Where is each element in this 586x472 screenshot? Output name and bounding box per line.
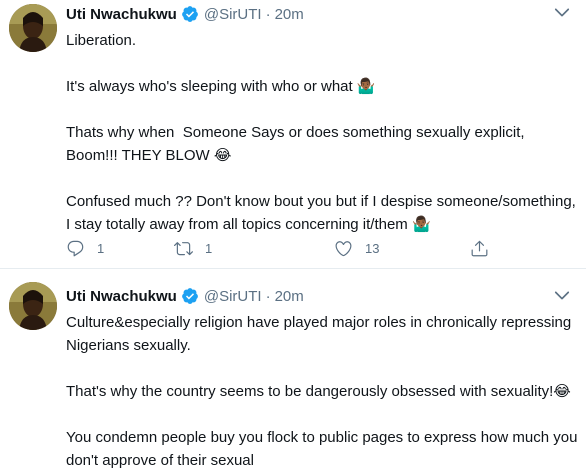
- like-button[interactable]: 13: [334, 236, 379, 260]
- heart-icon: [335, 240, 352, 256]
- timestamp[interactable]: 20m: [275, 6, 304, 23]
- avatar[interactable]: [9, 4, 57, 52]
- tweet-paragraph: Thats why when Someone Says or does some…: [66, 124, 529, 164]
- verified-badge-icon: [181, 287, 199, 305]
- tweet[interactable]: Uti Nwachukwu @SirUTI · 20m Liberation. …: [0, 0, 586, 268]
- tweet-paragraph: You condemn people buy you flock to publ…: [66, 429, 582, 469]
- tweet-text: Liberation. It's always who's sleeping w…: [66, 29, 578, 236]
- tweet-paragraph: That's why the country seems to be dange…: [66, 383, 571, 400]
- retweet-button[interactable]: 1: [174, 236, 212, 260]
- author-handle[interactable]: @SirUTI: [204, 6, 262, 23]
- tweet-paragraph: Liberation.: [66, 32, 137, 49]
- share-button[interactable]: [470, 236, 489, 260]
- separator-dot: ·: [265, 287, 271, 305]
- like-count: 13: [365, 240, 380, 256]
- tweet-actions: 1 1 13: [66, 236, 506, 260]
- retweet-icon: [174, 241, 193, 255]
- author-handle[interactable]: @SirUTI: [204, 288, 262, 305]
- verified-badge-icon: [181, 5, 199, 23]
- retweet-count: 1: [205, 240, 213, 256]
- author-name[interactable]: Uti Nwachukwu: [66, 6, 177, 23]
- tweet[interactable]: Uti Nwachukwu @SirUTI · 20m Culture&espe…: [0, 269, 586, 469]
- tweet-paragraph: Culture&especially religion have played …: [66, 314, 576, 354]
- reply-count: 1: [97, 240, 105, 256]
- tweet-paragraph: It's always who's sleeping with who or w…: [66, 78, 376, 95]
- author-name[interactable]: Uti Nwachukwu: [66, 288, 177, 305]
- separator-dot: ·: [265, 5, 271, 23]
- timestamp[interactable]: 20m: [275, 288, 304, 305]
- chevron-down-icon[interactable]: [552, 285, 572, 305]
- reply-icon: [67, 240, 84, 256]
- tweet-header: Uti Nwachukwu @SirUTI · 20m: [66, 4, 304, 24]
- tweet-paragraph: Confused much ?? Don't know bout you but…: [66, 193, 581, 233]
- chevron-down-icon[interactable]: [552, 2, 572, 22]
- reply-button[interactable]: 1: [66, 236, 104, 260]
- tweet-text: Culture&especially religion have played …: [66, 311, 578, 472]
- avatar[interactable]: [9, 282, 57, 330]
- tweet-header: Uti Nwachukwu @SirUTI · 20m: [66, 286, 304, 306]
- share-icon: [471, 240, 488, 256]
